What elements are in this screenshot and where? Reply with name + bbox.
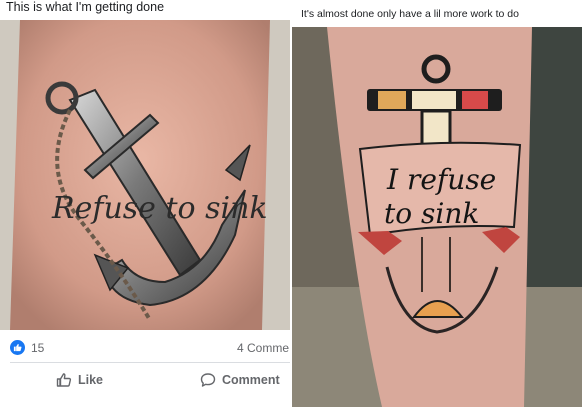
reaction-count: 15 <box>31 340 45 355</box>
anchor-tattoo-drawing: Refuse to sink <box>0 20 290 330</box>
thumbs-up-icon <box>56 373 72 387</box>
comment-label: Comment <box>222 373 280 387</box>
progress-tattoo-drawing: I refuse to sink <box>292 27 582 407</box>
post-footer: 15 4 Comme Like Comment <box>0 330 290 407</box>
speech-bubble-icon <box>200 373 216 387</box>
i-refuse-tattoo-text: I refuse <box>386 163 496 196</box>
right-caption: It's almost done only have a lil more wo… <box>301 8 519 20</box>
to-sink-tattoo-text: to sink <box>384 197 479 230</box>
like-reaction-icon <box>10 340 25 355</box>
comment-button[interactable]: Comment <box>200 372 280 388</box>
left-caption: This is what I'm getting done <box>6 0 165 14</box>
like-label: Like <box>78 373 104 387</box>
divider <box>10 362 290 363</box>
reaction-summary[interactable]: 15 <box>10 340 44 355</box>
comment-count-link[interactable]: 4 Comme <box>237 341 290 355</box>
reference-tattoo-photo: Refuse to sink <box>0 20 290 330</box>
like-button[interactable]: Like <box>56 372 103 388</box>
refuse-to-sink-tattoo-text: Refuse to sink <box>51 191 268 226</box>
progress-tattoo-photo: I refuse to sink <box>292 27 582 407</box>
